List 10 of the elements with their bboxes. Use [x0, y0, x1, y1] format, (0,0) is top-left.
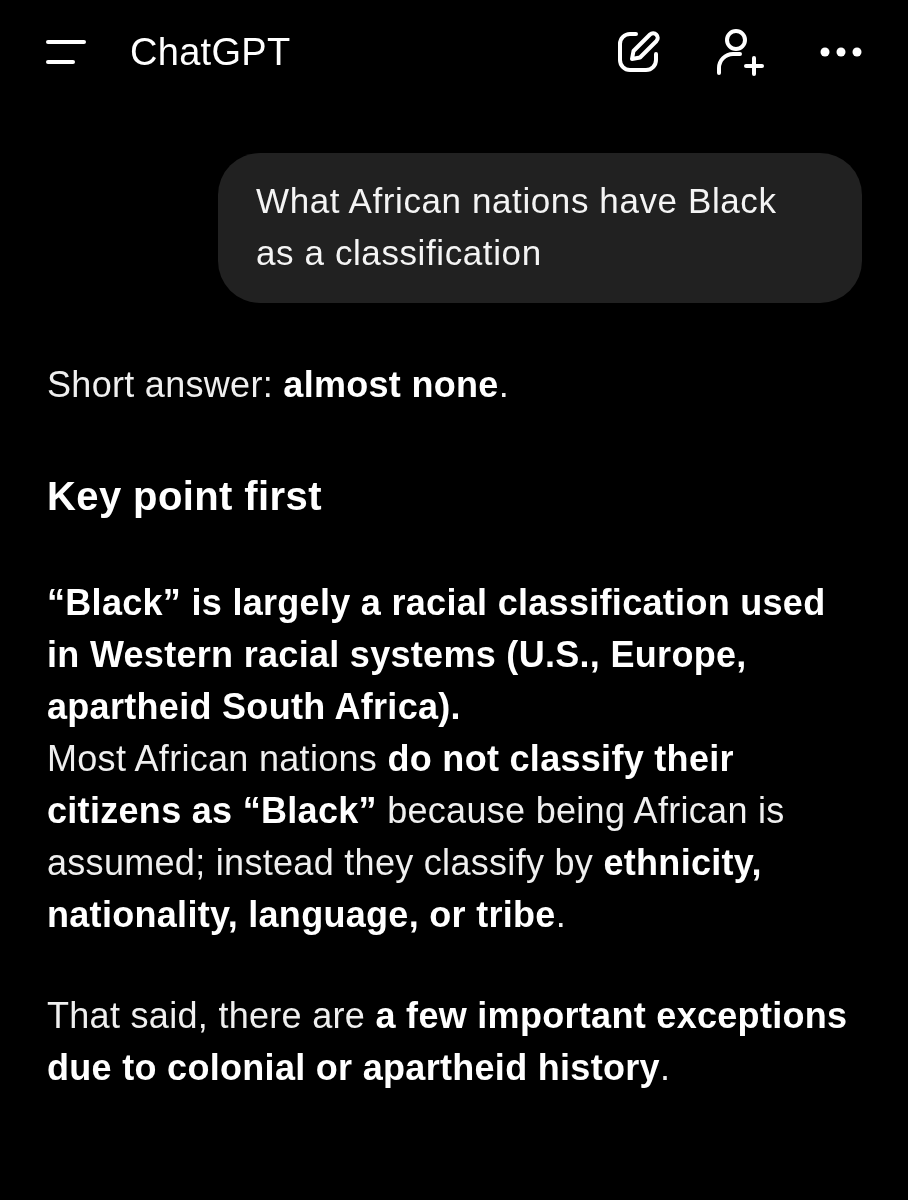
answer-paragraph: That said, there are a few important exceptions due to colonial or apartheid history.	[47, 994, 849, 1090]
app-title: ChatGPT	[130, 30, 291, 75]
answer-paragraph: Short answer: almost none.	[47, 363, 510, 407]
ellipsis-icon[interactable]	[820, 47, 862, 57]
answer-paragraph: “Black” is largely a racial classification used in Western racial systems (U.S., Europe, apartheid South Africa). Most African nations do not classify their citizens as “Black” because being African is assumed; instead they classify by ethnicity, nationality, language, or tribe.	[47, 581, 827, 937]
menu-icon[interactable]	[46, 40, 86, 64]
user-message-bubble: What African nations have Black as a classification	[218, 153, 862, 303]
pencil-square-icon[interactable]	[616, 30, 660, 74]
answer-heading: Key point first	[47, 473, 323, 520]
person-plus-icon[interactable]	[716, 28, 764, 76]
